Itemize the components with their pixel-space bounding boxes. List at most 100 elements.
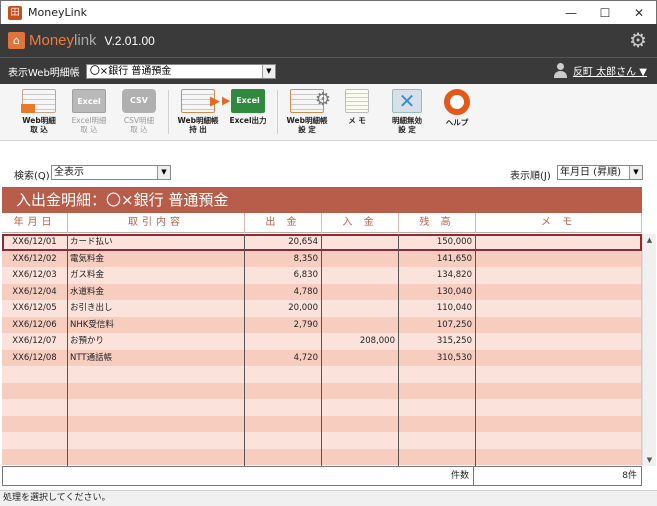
vertical-scrollbar[interactable]: ▲ ▼: [642, 234, 656, 466]
web-settings-label: Web明細帳 設 定: [286, 116, 328, 134]
cell-balance: 107,250: [399, 316, 476, 333]
empty-table-row[interactable]: [2, 366, 642, 383]
cell-deposit: [322, 316, 399, 333]
cell-withdrawal: 6,830: [245, 267, 322, 284]
cell-memo: [476, 316, 642, 333]
cell-balance: [399, 382, 476, 399]
logo-main: Money: [29, 32, 75, 49]
column-header-deposit[interactable]: 入 金: [322, 213, 399, 233]
app-logo: Moneylink: [29, 32, 97, 49]
cell-description: カード払い: [68, 234, 245, 251]
web-import-button[interactable]: Web明細 取 込: [14, 86, 64, 140]
search-row: 検索(Q) 全表示 ▼ 表示順(J) 年月日 (昇順) ▼: [0, 141, 657, 187]
empty-table-row[interactable]: [2, 448, 642, 465]
cell-balance: 134,820: [399, 267, 476, 284]
table-row[interactable]: XX6/12/01 カード払い 20,654 150,000: [2, 234, 642, 251]
cell-date: [2, 432, 68, 449]
account-bar: 表示Web明細帳 〇×銀行 普通預金 ▼ 反町 太郎さん ▼: [0, 57, 657, 84]
account-select[interactable]: 〇×銀行 普通預金 ▼: [85, 63, 276, 79]
web-export-label: Web明細帳 持 出: [177, 116, 219, 134]
web-export-button[interactable]: Web明細帳 持 出: [173, 86, 223, 140]
column-header-description[interactable]: 取引内容: [68, 213, 245, 233]
chevron-down-icon[interactable]: ▼: [629, 166, 642, 179]
cell-memo: [476, 250, 642, 267]
minimize-button[interactable]: —: [554, 1, 588, 25]
gear-icon[interactable]: ⚙: [629, 30, 647, 50]
scroll-up-icon[interactable]: ▲: [643, 234, 656, 246]
cell-description: ガス料金: [68, 267, 245, 284]
chevron-down-icon[interactable]: ▼: [261, 64, 275, 78]
table-row[interactable]: XX6/12/07 お預かり 208,000 315,250: [2, 333, 642, 350]
table-row[interactable]: XX6/12/03 ガス料金 6,830 134,820: [2, 267, 642, 284]
cell-withdrawal: [245, 448, 322, 465]
empty-table-row[interactable]: [2, 415, 642, 432]
table-row[interactable]: XX6/12/02 電気料金 8,350 141,650: [2, 250, 642, 267]
account-select-value: 〇×銀行 普通預金: [89, 65, 172, 77]
cell-withdrawal: 8,350: [245, 250, 322, 267]
web-settings-button[interactable]: Web明細帳 設 定: [282, 86, 332, 140]
table-row[interactable]: XX6/12/06 NHK受信料 2,790 107,250: [2, 316, 642, 333]
sort-select[interactable]: 年月日 (昇順) ▼: [557, 165, 643, 180]
table-row[interactable]: XX6/12/08 NTT通話帳 4,720 310,530: [2, 349, 642, 366]
cell-balance: 315,250: [399, 333, 476, 350]
cell-description: [68, 366, 245, 383]
cell-date: XX6/12/06: [2, 316, 68, 333]
cell-description: お預かり: [68, 333, 245, 350]
memo-button[interactable]: メ モ: [332, 86, 382, 140]
cell-deposit: [322, 349, 399, 366]
help-button[interactable]: ヘルプ: [432, 86, 482, 140]
memo-icon: [345, 89, 369, 113]
empty-table-row[interactable]: [2, 382, 642, 399]
search-select[interactable]: 全表示 ▼: [51, 165, 171, 180]
cell-memo: [476, 415, 642, 432]
cell-deposit: [322, 432, 399, 449]
column-header-date[interactable]: 年月日: [2, 213, 68, 233]
cell-balance: 130,040: [399, 283, 476, 300]
window-title: MoneyLink: [28, 6, 87, 19]
excel-export-button[interactable]: Excel Excel出力: [222, 86, 273, 140]
chevron-down-icon[interactable]: ▼: [157, 166, 170, 179]
column-header-memo[interactable]: メ モ: [476, 213, 642, 233]
cell-deposit: [322, 300, 399, 317]
cell-balance: 310,530: [399, 349, 476, 366]
memo-label: メ モ: [348, 116, 366, 125]
empty-table-row[interactable]: [2, 399, 642, 416]
table-row[interactable]: XX6/12/04 水道料金 4,780 130,040: [2, 283, 642, 300]
column-header-balance[interactable]: 残 高: [399, 213, 476, 233]
toolbar-divider: [168, 90, 169, 134]
cell-date: XX6/12/01: [2, 234, 68, 251]
cell-memo: [476, 382, 642, 399]
cell-date: XX6/12/05: [2, 300, 68, 317]
sort-select-value: 年月日 (昇順): [560, 167, 621, 178]
cell-deposit: [322, 366, 399, 383]
search-label: 検索(Q): [14, 171, 50, 182]
invalid-settings-button[interactable]: 明細無効 設 定: [382, 86, 432, 140]
cell-memo: [476, 366, 642, 383]
excel-icon: Excel: [72, 89, 106, 113]
column-divider: [475, 234, 476, 466]
empty-table-row[interactable]: [2, 432, 642, 449]
lifebuoy-icon: [444, 89, 470, 115]
cell-withdrawal: 2,790: [245, 316, 322, 333]
cell-withdrawal: 20,654: [245, 234, 322, 251]
web-statement-icon: [21, 89, 56, 113]
settings-icon: [290, 88, 331, 113]
close-button[interactable]: ✕: [622, 1, 656, 25]
column-header-withdrawal[interactable]: 出 金: [245, 213, 322, 233]
excel-import-button[interactable]: Excel Excel明細 取 込: [64, 86, 114, 140]
cell-date: XX6/12/07: [2, 333, 68, 350]
maximize-button[interactable]: ☐: [588, 1, 622, 25]
account-label: 表示Web明細帳: [8, 67, 80, 79]
table-body: XX6/12/01 カード払い 20,654 150,000 XX6/12/02 電気料金…: [2, 234, 642, 466]
cell-memo: [476, 267, 642, 284]
toolbar: Web明細 取 込 Excel Excel明細 取 込 CSV CSV明細 取 …: [0, 84, 657, 141]
csv-import-button[interactable]: CSV CSV明細 取 込: [114, 86, 164, 140]
scroll-down-icon[interactable]: ▼: [643, 454, 656, 466]
table-row[interactable]: XX6/12/05 お引き出し 20,000 110,040: [2, 300, 642, 317]
cell-balance: [399, 366, 476, 383]
cell-description: NTT通話帳: [68, 349, 245, 366]
table-title: 入出金明細：〇×銀行 普通預金: [2, 187, 642, 213]
user-name[interactable]: 反町 太郎さん ▼: [573, 63, 647, 78]
user-menu[interactable]: 反町 太郎さん ▼: [553, 63, 647, 78]
cell-date: [2, 382, 68, 399]
